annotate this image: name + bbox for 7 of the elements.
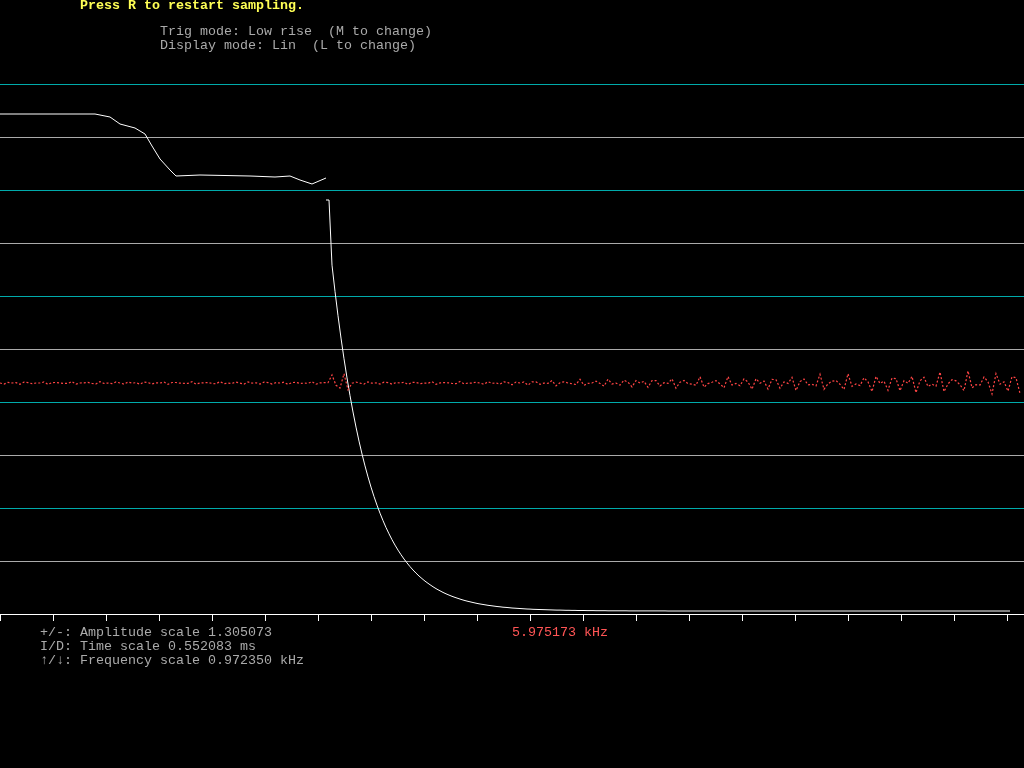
- control-hint: +/-: Amplitude scale 1.305073: [40, 626, 273, 640]
- control-hint: ↑/↓: Frequency scale 0.972350 kHz: [40, 654, 304, 668]
- display-mode-text: Display mode: Lin (L to change): [160, 39, 416, 53]
- restart-prompt: Press R to restart sampling.: [80, 0, 304, 12]
- control-hint: I/D: Time scale 0.552083 ms: [40, 640, 257, 654]
- peak-frequency-readout: 5.975173 kHz: [512, 626, 608, 640]
- trig-mode-text: Trig mode: Low rise (M to change): [160, 25, 432, 39]
